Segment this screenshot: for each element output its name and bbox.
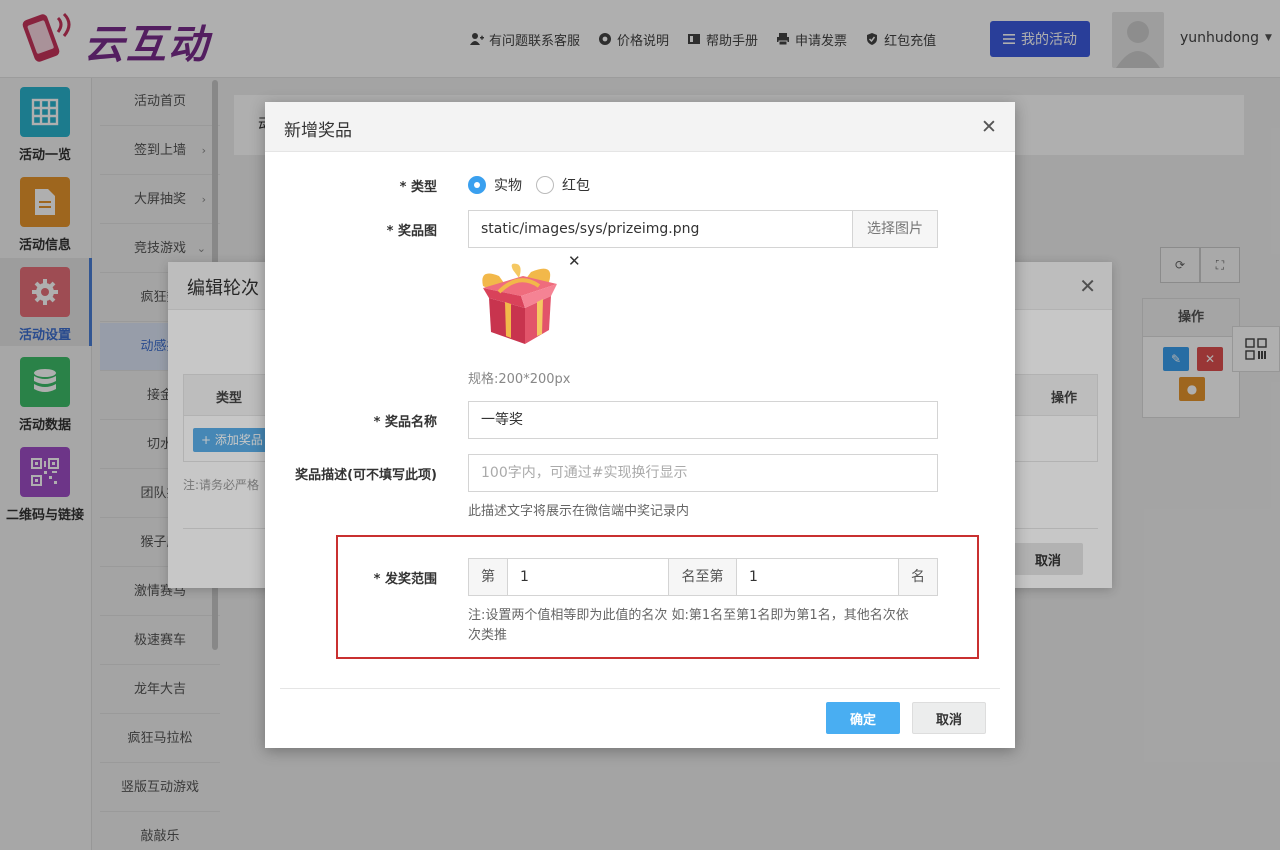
radio-redpacket-label[interactable]: 红包 bbox=[562, 175, 590, 195]
type-radio-group: 实物 红包 bbox=[468, 175, 604, 195]
prize-name-label: * 奖品名称 bbox=[373, 415, 437, 430]
dialog-footer-divider bbox=[280, 688, 1000, 689]
range-suffix-addon: 名 bbox=[898, 558, 938, 596]
prize-desc-input[interactable]: 100字内，可通过#实现换行显示 bbox=[468, 454, 938, 492]
add-prize-dialog: 新增奖品 ✕ * 类型 实物 红包 * 奖品图 static/images/sy… bbox=[265, 102, 1015, 748]
prize-name-input[interactable]: 一等奖 bbox=[468, 401, 938, 439]
cancel-button[interactable]: 取消 bbox=[912, 702, 986, 734]
remove-image-icon[interactable]: ✕ bbox=[568, 252, 581, 270]
prize-desc-label: 奖品描述(可不填写此项) bbox=[295, 468, 437, 483]
range-prefix-addon: 第 bbox=[468, 558, 508, 596]
range-from-input[interactable]: 1 bbox=[507, 558, 669, 596]
radio-redpacket[interactable] bbox=[536, 176, 554, 194]
radio-physical[interactable] bbox=[468, 176, 486, 194]
range-note-line1: 注:设置两个值相等即为此值的名次 如:第1名至第1名即为第1名，其他名次依 bbox=[468, 608, 909, 623]
confirm-button[interactable]: 确定 bbox=[826, 702, 900, 734]
award-range-label: * 发奖范围 bbox=[373, 572, 437, 587]
gift-box-image bbox=[482, 263, 557, 344]
choose-image-button[interactable]: 选择图片 bbox=[852, 210, 938, 248]
image-path-input[interactable]: static/images/sys/prizeimg.png bbox=[468, 210, 853, 248]
dialog-header: 新增奖品 ✕ bbox=[265, 102, 1015, 152]
close-icon[interactable]: ✕ bbox=[981, 116, 997, 138]
range-mid-addon: 名至第 bbox=[668, 558, 737, 596]
range-to-input[interactable]: 1 bbox=[736, 558, 899, 596]
dialog-title: 新增奖品 bbox=[284, 121, 352, 141]
image-label: * 奖品图 bbox=[386, 224, 437, 239]
radio-physical-label[interactable]: 实物 bbox=[494, 175, 522, 195]
prize-desc-hint: 此描述文字将展示在微信端中奖记录内 bbox=[468, 504, 690, 519]
highlight-frame bbox=[336, 535, 979, 659]
image-spec-hint: 规格:200*200px bbox=[468, 372, 571, 387]
range-note-line2: 次类推 bbox=[468, 628, 508, 643]
type-label: * 类型 bbox=[399, 180, 437, 195]
